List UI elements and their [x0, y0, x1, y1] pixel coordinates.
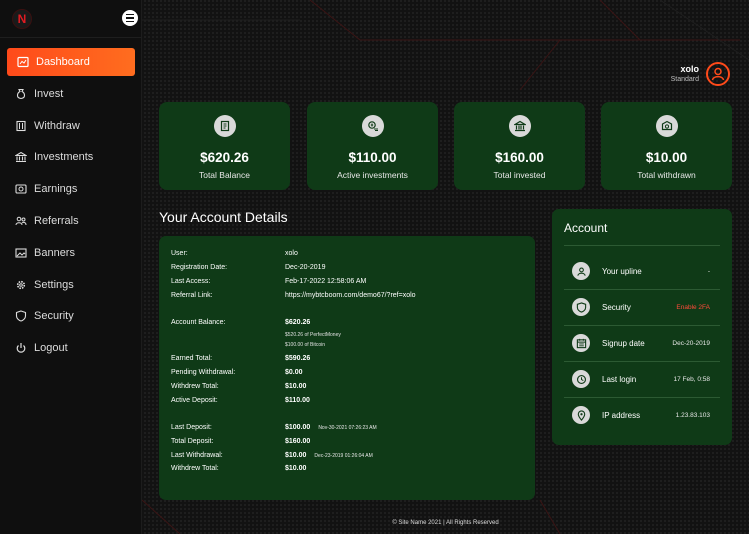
sidebar-item-label: Investments [34, 151, 94, 164]
enable-2fa-link[interactable]: Enable 2FA [676, 304, 710, 311]
avatar[interactable] [706, 62, 730, 86]
sidebar-item-label: Earnings [34, 183, 78, 196]
sidebar-item-withdraw[interactable]: Withdraw [7, 112, 135, 140]
detail-row-pending: Pending Withdrawal: $0.00 [171, 369, 303, 376]
account-details-card: User: xolo Registration Date: Dec-20-2019 … [159, 236, 535, 500]
sidebar-item-label: Security [34, 310, 74, 323]
sidebar-item-label: Withdraw [34, 119, 80, 132]
sidebar-item-referrals[interactable]: Referrals [7, 207, 135, 235]
location-icon [577, 409, 585, 421]
account-title: Account [564, 221, 608, 235]
calendar-icon [576, 338, 586, 348]
sidebar: N Dashboard Invest Withdraw Investments … [0, 0, 142, 534]
detail-row-registration: Registration Date: Dec-20-2019 [171, 264, 326, 271]
detail-row-last-deposit: Last Deposit: $100.00 Nov-30-2021 07:26:23… [171, 424, 377, 431]
sidebar-item-label: Banners [34, 246, 75, 259]
shield-icon [15, 310, 27, 322]
sidebar-item-invest[interactable]: Invest [7, 80, 135, 108]
sidebar-item-settings[interactable]: Settings [7, 271, 135, 299]
withdraw-icon [16, 120, 26, 131]
gear-icon [16, 280, 26, 289]
detail-row-active-deposit: Active Deposit: $110.00 [171, 397, 310, 404]
divider [564, 245, 720, 246]
stat-label: Total withdrawn [637, 170, 696, 180]
sidebar-item-label: Dashboard [36, 56, 90, 68]
sidebar-divider [0, 37, 142, 38]
account-row-security: Security Enable 2FA [572, 297, 710, 317]
divider [564, 397, 720, 398]
sidebar-item-security[interactable]: Security [7, 302, 135, 330]
money-bag-icon [16, 88, 26, 99]
earnings-icon [15, 184, 27, 194]
stat-value: $10.00 [645, 150, 688, 165]
detail-row-last-access: Last Access: Feb-17-2022 12:58:06 AM [171, 278, 367, 285]
sidebar-item-earnings[interactable]: Earnings [7, 175, 135, 203]
detail-row-referral-link: Referral Link: https://mybtcboom.com/demo… [171, 292, 416, 299]
detail-row-balance: Account Balance: $620.26 [171, 319, 311, 326]
shield-icon [576, 301, 586, 313]
sidebar-item-dashboard[interactable]: Dashboard [7, 48, 135, 76]
footer-text: © Site Name 2021 | All Rights Reserved [392, 520, 499, 526]
account-row-upline: Your upline - [572, 261, 710, 281]
sidebar-item-label: Logout [34, 342, 68, 355]
power-icon [16, 343, 26, 353]
stat-value: $620.26 [200, 150, 249, 165]
stat-value: $110.00 [348, 150, 397, 165]
withdraw-box-icon [661, 120, 672, 131]
sidebar-item-label: Referrals [34, 214, 79, 227]
detail-row-withdrew-total: Withdrew Total: $10.00 [171, 465, 307, 472]
account-row-signup-date: Signup date Dec-20-2019 [572, 333, 710, 353]
stat-label: Total Balance [198, 170, 251, 180]
sidebar-item-banners[interactable]: Banners [7, 239, 135, 267]
detail-row-user: User: xolo [171, 250, 298, 257]
coin-hand-icon [367, 121, 378, 131]
sidebar-item-logout[interactable]: Logout [7, 334, 135, 362]
brand-logo[interactable]: N [12, 9, 32, 29]
user-name: xolo [680, 64, 699, 74]
detail-row-total-deposit: Total Deposit: $160.00 [171, 438, 311, 445]
divider [564, 361, 720, 362]
detail-row-last-withdrawal: Last Withdrawal: $10.00 Dec-23-2019 01:26:… [171, 452, 373, 459]
hamburger-icon [126, 13, 134, 16]
sidebar-nav: Dashboard Invest Withdraw Investments Ea… [7, 48, 135, 366]
user-icon [711, 67, 725, 81]
user-info: xolo Standard [671, 64, 699, 83]
page-title: Your Account Details [159, 209, 288, 225]
wallet-icon [220, 120, 229, 132]
detail-row-withdrew: Withdrew Total: $10.00 [171, 383, 307, 390]
bank-icon [15, 152, 27, 163]
clock-icon [576, 374, 586, 384]
divider [564, 289, 720, 290]
dashboard-icon [17, 56, 29, 68]
stat-card-total-invested: $160.00 Total invested [454, 102, 585, 190]
stat-card-total-withdrawn: $10.00 Total withdrawn [601, 102, 732, 190]
stat-label: Total invested [493, 170, 546, 180]
sidebar-item-label: Settings [34, 278, 74, 291]
bank-icon [513, 120, 526, 132]
stat-value: $160.00 [495, 150, 544, 165]
sidebar-item-label: Invest [34, 87, 64, 100]
sidebar-item-investments[interactable]: Investments [7, 143, 135, 171]
users-icon [15, 216, 27, 226]
detail-row-earned: Earned Total: $590.26 [171, 355, 311, 362]
user-circle-icon [576, 267, 586, 276]
referral-link[interactable]: https://mybtcboom.com/demo67/?ref=xolo [285, 292, 416, 299]
account-card: Account Your upline - Security Enable 2F… [552, 209, 732, 445]
user-role: Standard [670, 76, 699, 83]
stat-card-total-balance: $620.26 Total Balance [159, 102, 290, 190]
divider [564, 325, 720, 326]
balance-note: $520.26 of PerfectMoney [285, 332, 341, 338]
menu-toggle-button[interactable] [122, 10, 138, 26]
balance-note: $100.00 of Bitcoin [285, 342, 326, 348]
stat-label: Active investments [337, 170, 408, 180]
account-row-ip-address: IP address 1.23.83.103 [572, 405, 710, 425]
stat-card-active-investments: $110.00 Active investments [307, 102, 438, 190]
image-icon [15, 248, 27, 258]
account-row-last-login: Last login 17 Feb, 0:58 [572, 369, 710, 389]
